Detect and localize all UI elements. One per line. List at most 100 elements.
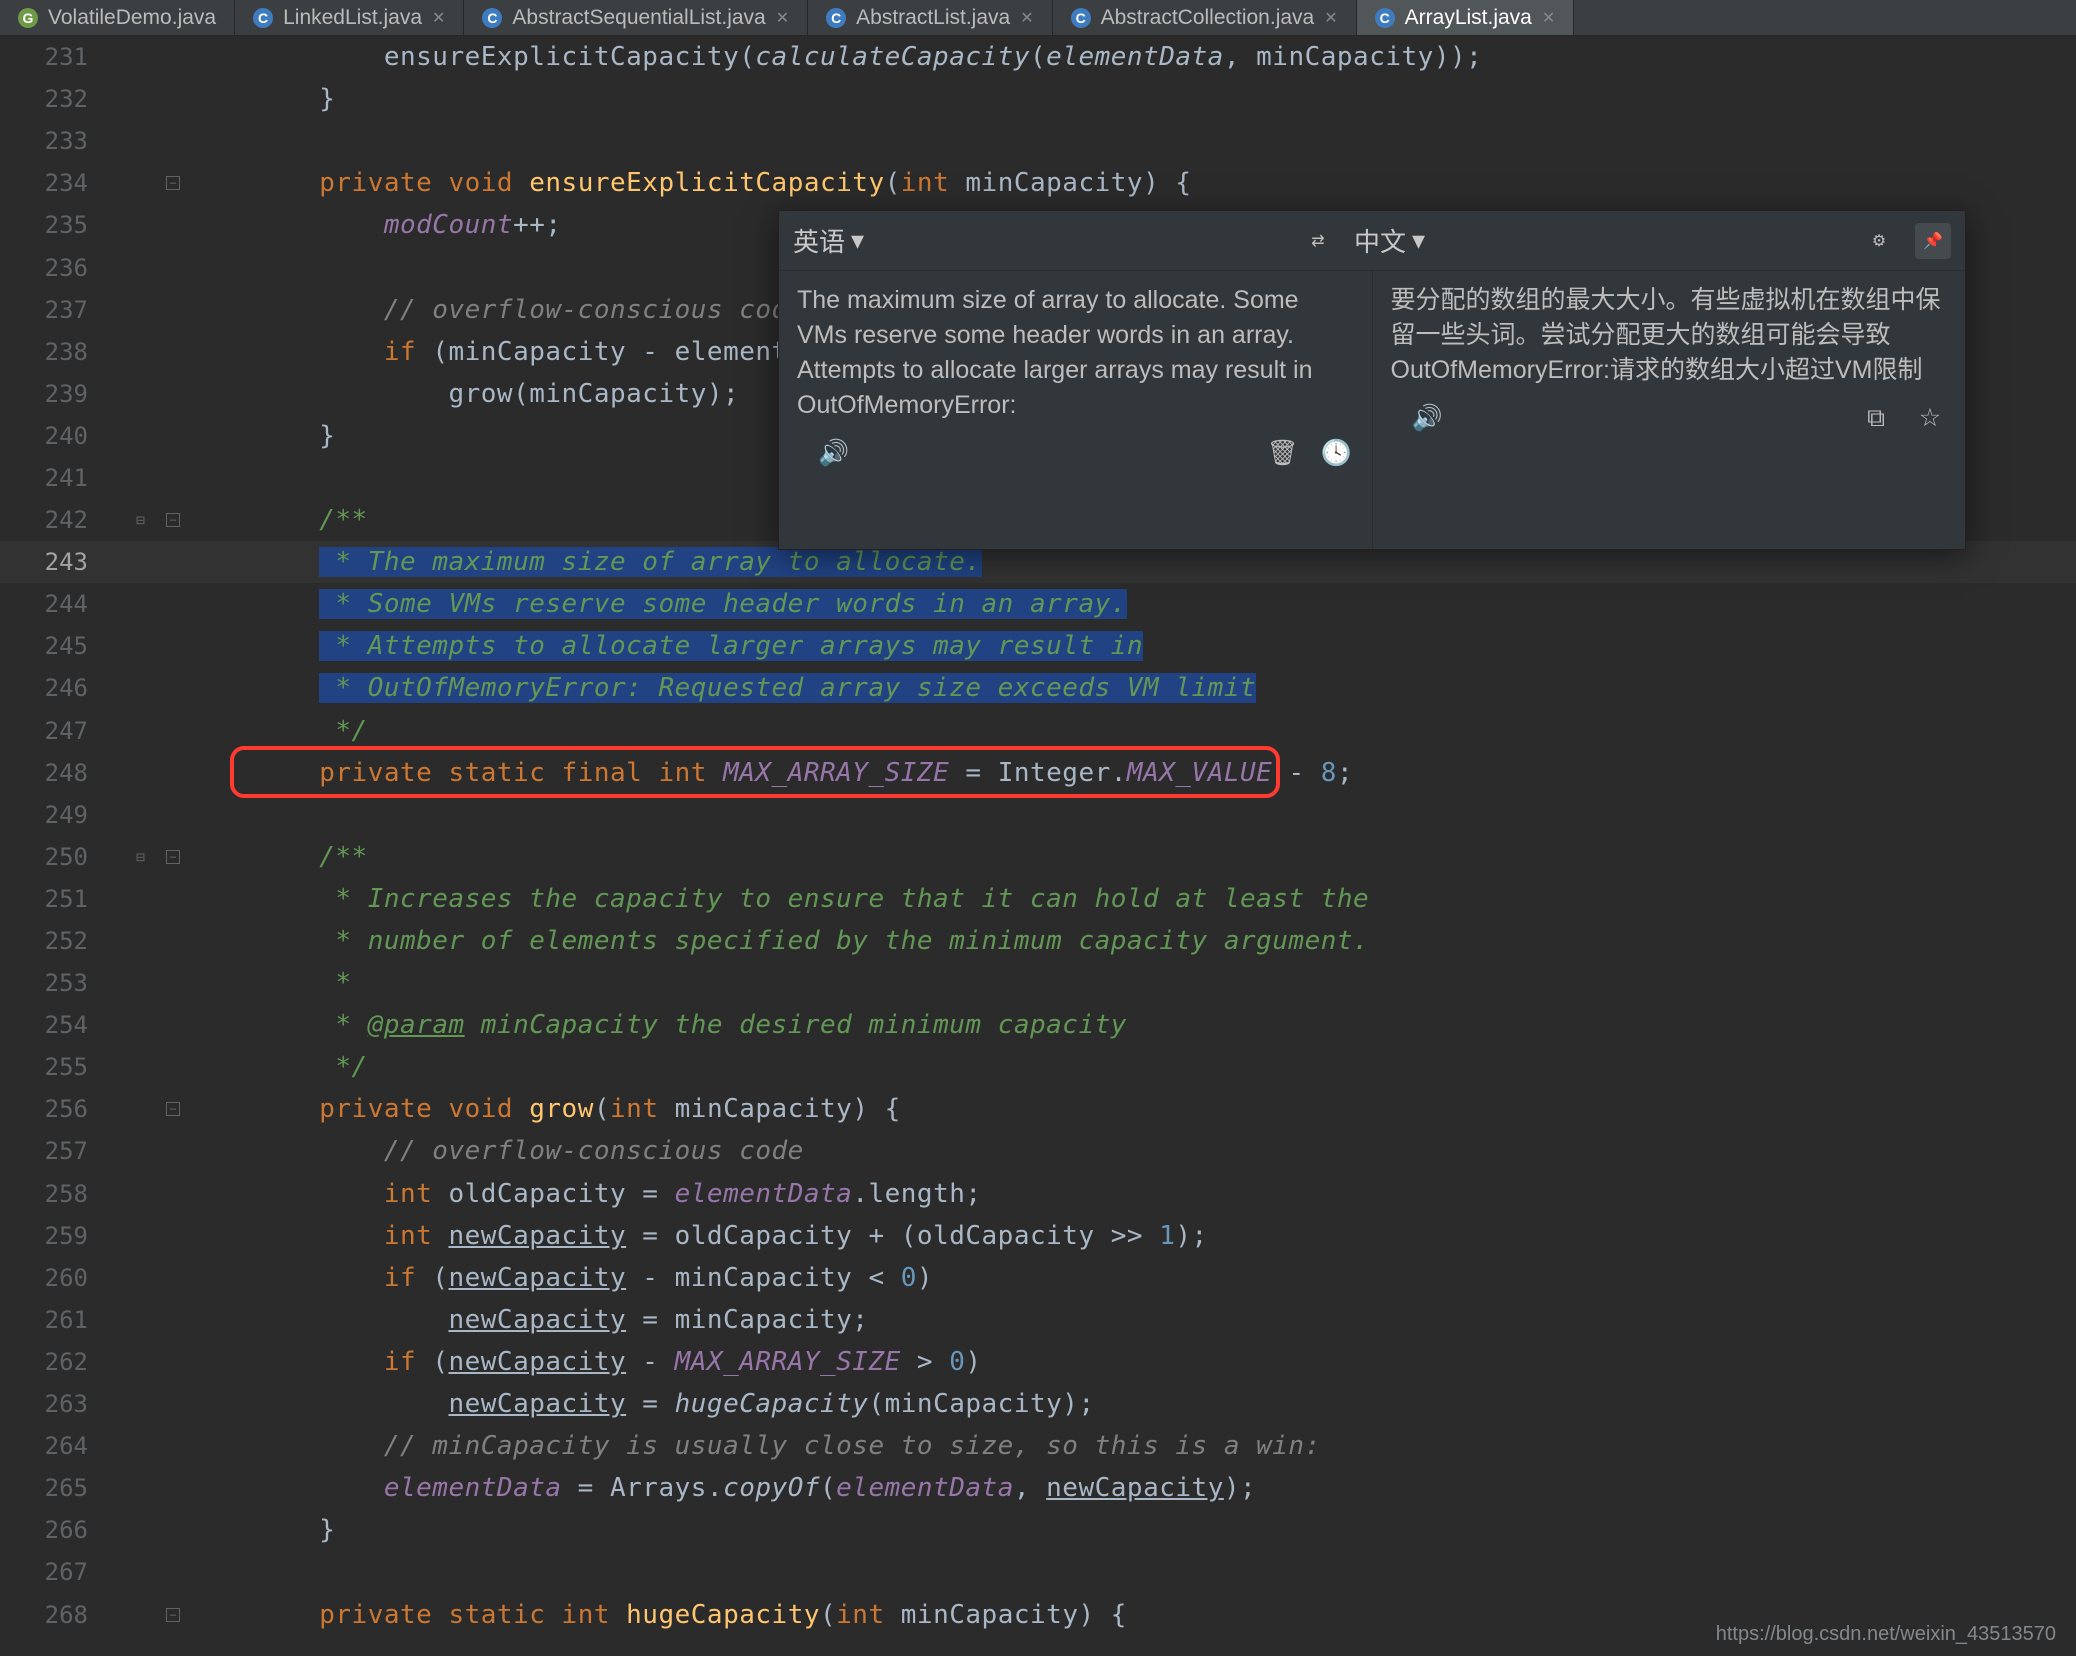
fold-toggle-icon[interactable]: − bbox=[166, 1102, 180, 1116]
code-content: * Some VMs reserve some header words in … bbox=[190, 589, 1127, 619]
tab-label: VolatileDemo.java bbox=[48, 6, 216, 30]
close-icon[interactable]: ✕ bbox=[776, 8, 789, 28]
chevron-down-icon: ▾ bbox=[1412, 225, 1425, 256]
code-line[interactable]: 256− private void grow(int minCapacity) … bbox=[0, 1088, 2076, 1130]
code-content: if (newCapacity - MAX_ARRAY_SIZE > 0) bbox=[190, 1347, 982, 1377]
editor-tab[interactable]: CLinkedList.java✕ bbox=[235, 0, 464, 35]
trash-icon[interactable]: 🗑 bbox=[1266, 436, 1300, 470]
code-line[interactable]: 260 if (newCapacity - minCapacity < 0) bbox=[0, 1257, 2076, 1299]
code-line[interactable]: 248 private static final int MAX_ARRAY_S… bbox=[0, 752, 2076, 794]
code-line[interactable]: 261 newCapacity = minCapacity; bbox=[0, 1299, 2076, 1341]
code-content: grow(minCapacity); bbox=[190, 379, 739, 409]
line-number: 246 bbox=[0, 674, 118, 702]
close-icon[interactable]: ✕ bbox=[1542, 8, 1555, 28]
history-icon[interactable]: 🕓 bbox=[1320, 436, 1354, 470]
fold-toggle-icon[interactable]: − bbox=[166, 176, 180, 190]
line-number: 268 bbox=[0, 1601, 118, 1629]
line-number: 262 bbox=[0, 1348, 118, 1376]
editor-tab[interactable]: C AbstractSequentialList.java ✕ bbox=[464, 0, 808, 35]
code-line[interactable]: 251 * Increases the capacity to ensure t… bbox=[0, 878, 2076, 920]
code-line[interactable]: 264 // minCapacity is usually close to s… bbox=[0, 1425, 2076, 1467]
code-line[interactable]: 234− private void ensureExplicitCapacity… bbox=[0, 162, 2076, 204]
source-language-label: 英语 bbox=[793, 222, 845, 259]
copy-icon[interactable]: ⧉ bbox=[1859, 401, 1893, 435]
swap-languages-icon[interactable]: ⇄ bbox=[1300, 223, 1336, 259]
line-number: 237 bbox=[0, 296, 118, 324]
editor-tab[interactable]: CAbstractList.java✕ bbox=[808, 0, 1052, 35]
close-icon[interactable]: ✕ bbox=[1020, 8, 1033, 28]
code-content: } bbox=[190, 421, 335, 451]
code-line[interactable]: 245 * Attempts to allocate larger arrays… bbox=[0, 625, 2076, 667]
line-number: 233 bbox=[0, 127, 118, 155]
code-line[interactable]: 247 */ bbox=[0, 710, 2076, 752]
code-line[interactable]: 266 } bbox=[0, 1509, 2076, 1551]
line-number: 247 bbox=[0, 717, 118, 745]
line-number: 263 bbox=[0, 1390, 118, 1418]
fold-toggle-icon[interactable]: − bbox=[166, 1608, 180, 1622]
tab-label: AbstractSequentialList.java bbox=[512, 6, 765, 30]
java-file-icon: C bbox=[482, 8, 502, 28]
code-line[interactable]: 267 bbox=[0, 1551, 2076, 1593]
line-number: 245 bbox=[0, 632, 118, 660]
code-content: private static int hugeCapacity(int minC… bbox=[190, 1600, 1127, 1630]
code-content: } bbox=[190, 84, 335, 114]
java-file-icon: C bbox=[1071, 8, 1091, 28]
code-line[interactable]: 244 * Some VMs reserve some header words… bbox=[0, 583, 2076, 625]
code-content: * The maximum size of array to allocate. bbox=[190, 547, 982, 577]
line-number: 260 bbox=[0, 1264, 118, 1292]
code-line[interactable]: 232 } bbox=[0, 78, 2076, 120]
translation-popup-header: 英语▾ ⇄ 中文▾ ⚙ 📌 bbox=[779, 211, 1965, 271]
code-line[interactable]: 253 * bbox=[0, 962, 2076, 1004]
code-line[interactable]: 262 if (newCapacity - MAX_ARRAY_SIZE > 0… bbox=[0, 1341, 2076, 1383]
translation-popup: 英语▾ ⇄ 中文▾ ⚙ 📌 The maximum size of array … bbox=[778, 210, 1966, 550]
code-line[interactable]: 246 * OutOfMemoryError: Requested array … bbox=[0, 667, 2076, 709]
star-icon[interactable]: ☆ bbox=[1913, 401, 1947, 435]
source-language-selector[interactable]: 英语▾ bbox=[793, 222, 864, 259]
target-text: 要分配的数组的最大大小。有些虚拟机在数组中保留一些头词。尝试分配更大的数组可能会… bbox=[1391, 283, 1948, 388]
fold-toggle-icon[interactable]: − bbox=[166, 513, 180, 527]
editor-tab[interactable]: C AbstractCollection.java ✕ bbox=[1053, 0, 1357, 35]
pin-icon[interactable]: 📌 bbox=[1915, 223, 1951, 259]
tab-label: AbstractCollection.java bbox=[1101, 6, 1315, 30]
close-icon[interactable]: ✕ bbox=[432, 8, 445, 28]
line-number: 254 bbox=[0, 1011, 118, 1039]
gear-icon[interactable]: ⚙ bbox=[1861, 223, 1897, 259]
fold-region-icon[interactable]: ⊟ bbox=[136, 511, 145, 529]
code-line[interactable]: 258 int oldCapacity = elementData.length… bbox=[0, 1173, 2076, 1215]
code-line[interactable]: 252 * number of elements specified by th… bbox=[0, 920, 2076, 962]
editor-tab[interactable]: CArrayList.java✕ bbox=[1357, 0, 1575, 35]
code-content: modCount++; bbox=[190, 210, 562, 240]
watermark: https://blog.csdn.net/weixin_43513570 bbox=[1716, 1623, 2056, 1646]
speaker-icon[interactable]: 🔊 bbox=[817, 436, 851, 470]
code-content: */ bbox=[190, 1052, 368, 1082]
line-number: 267 bbox=[0, 1558, 118, 1586]
code-content: newCapacity = minCapacity; bbox=[190, 1305, 868, 1335]
code-content: * OutOfMemoryError: Requested array size… bbox=[190, 673, 1256, 703]
code-content: } bbox=[190, 1515, 335, 1545]
speaker-icon[interactable]: 🔊 bbox=[1411, 401, 1445, 435]
line-number: 239 bbox=[0, 380, 118, 408]
line-number: 255 bbox=[0, 1053, 118, 1081]
code-line[interactable]: 257 // overflow-conscious code bbox=[0, 1130, 2076, 1172]
code-line[interactable]: 249 bbox=[0, 794, 2076, 836]
target-language-selector[interactable]: 中文▾ bbox=[1354, 222, 1425, 259]
code-line[interactable]: 250⊟− /** bbox=[0, 836, 2076, 878]
editor-tab[interactable]: GVolatileDemo.java bbox=[0, 0, 235, 35]
code-line[interactable]: 254 * @param minCapacity the desired min… bbox=[0, 1004, 2076, 1046]
code-line[interactable]: 265 elementData = Arrays.copyOf(elementD… bbox=[0, 1467, 2076, 1509]
close-icon[interactable]: ✕ bbox=[1324, 8, 1337, 28]
code-line[interactable]: 255 */ bbox=[0, 1046, 2076, 1088]
code-line[interactable]: 263 newCapacity = hugeCapacity(minCapaci… bbox=[0, 1383, 2076, 1425]
code-line[interactable]: 259 int newCapacity = oldCapacity + (old… bbox=[0, 1215, 2076, 1257]
code-content: if (newCapacity - minCapacity < 0) bbox=[190, 1263, 933, 1293]
fold-region-icon[interactable]: ⊟ bbox=[136, 848, 145, 866]
line-number: 253 bbox=[0, 969, 118, 997]
code-content: // minCapacity is usually close to size,… bbox=[190, 1431, 1321, 1461]
line-number: 266 bbox=[0, 1516, 118, 1544]
code-line[interactable]: 233 bbox=[0, 120, 2076, 162]
code-content: * @param minCapacity the desired minimum… bbox=[190, 1010, 1127, 1040]
code-content: private void ensureExplicitCapacity(int … bbox=[190, 168, 1192, 198]
line-number: 258 bbox=[0, 1180, 118, 1208]
code-line[interactable]: 231 ensureExplicitCapacity(calculateCapa… bbox=[0, 36, 2076, 78]
fold-toggle-icon[interactable]: − bbox=[166, 850, 180, 864]
